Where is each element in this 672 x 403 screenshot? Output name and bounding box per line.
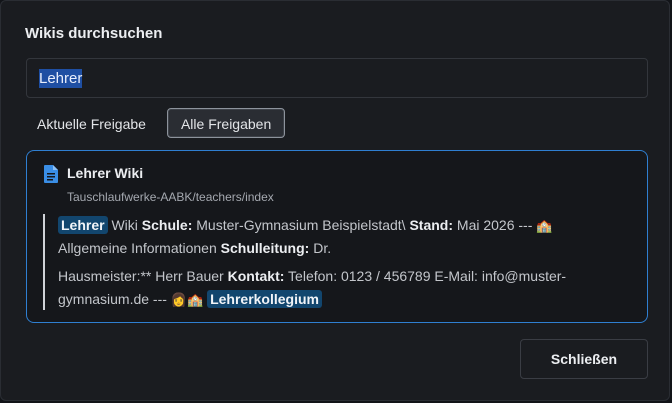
result-title: Lehrer Wiki <box>67 165 144 181</box>
snippet-text: Allgemeine Informationen <box>58 240 221 256</box>
result-path: Tauschlaufwerke-AABK/teachers/index <box>67 190 274 204</box>
snippet-text: Wiki <box>107 217 142 233</box>
search-highlight: Lehrer <box>58 216 108 234</box>
snippet-bold: Stand: <box>409 217 454 233</box>
snippet-text: Dr. <box>309 240 332 256</box>
snippet-line-1: Lehrer Wiki Schule: Muster-Gymnasium Bei… <box>58 214 603 260</box>
snippet-text: Mai 2026 --- <box>453 217 537 233</box>
tab-current-share[interactable]: Aktuelle Freigabe <box>26 108 157 138</box>
snippet-bold: Schule: <box>141 217 193 233</box>
search-highlight: Lehrerkollegium <box>207 290 322 308</box>
snippet-bold: Schulleitung: <box>220 240 310 256</box>
result-snippet: Lehrer Wiki Schule: Muster-Gymnasium Bei… <box>43 214 603 310</box>
school-emoji: 🏫 <box>536 218 553 233</box>
search-input[interactable]: Lehrer <box>26 58 648 98</box>
tab-all-shares[interactable]: Alle Freigaben <box>166 108 286 138</box>
close-button[interactable]: Schließen <box>520 339 648 379</box>
snippet-text: Muster-Gymnasium Beispielstadt\ <box>192 217 410 233</box>
scope-tabs: Aktuelle Freigabe Alle Freigaben <box>26 108 286 138</box>
snippet-line-2: Hausmeister:** Herr Bauer Kontakt: Telef… <box>58 265 603 311</box>
search-wikis-dialog: Wikis durchsuchen Lehrer Aktuelle Freiga… <box>0 0 670 401</box>
dialog-title: Wikis durchsuchen <box>25 25 163 42</box>
teacher-emoji: 👩🏫 <box>170 292 204 307</box>
search-input-value: Lehrer <box>39 68 83 88</box>
document-icon <box>44 165 58 183</box>
search-result-item[interactable]: Lehrer Wiki Tauschlaufwerke-AABK/teacher… <box>26 150 648 323</box>
snippet-text: Hausmeister:** Herr Bauer <box>58 268 228 284</box>
snippet-bold: Kontakt: <box>227 268 285 284</box>
